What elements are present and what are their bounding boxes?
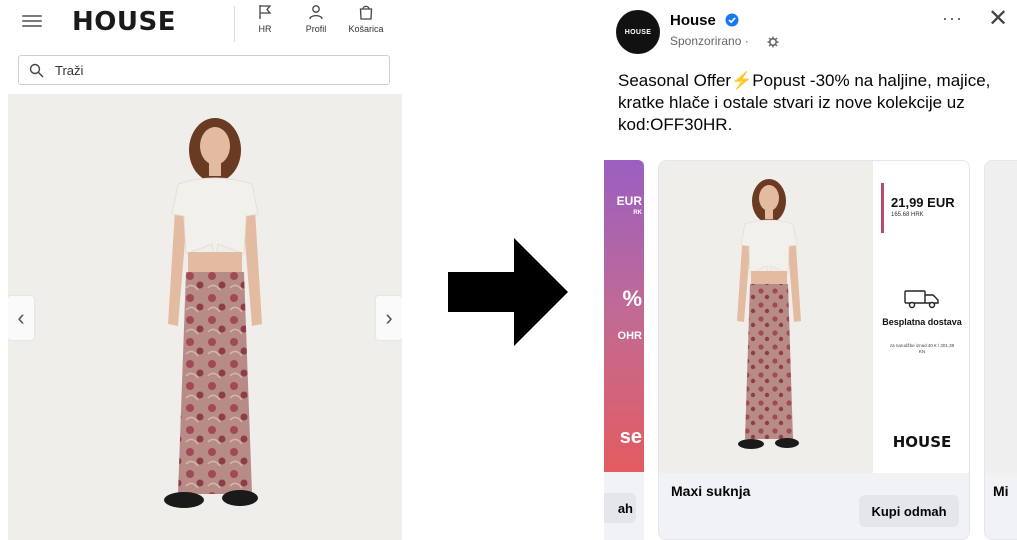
carousel-prev-button[interactable]: ‹ <box>8 296 34 340</box>
shopping-bag-icon <box>359 5 373 20</box>
buy-now-button[interactable]: Kupi odmah <box>859 495 959 527</box>
profile-link[interactable]: Profil <box>298 4 334 34</box>
chevron-right-icon: › <box>385 305 393 330</box>
prev-card-text: EUR <box>616 194 642 208</box>
cart-label: Košarica <box>348 24 384 34</box>
card-model-photo <box>737 179 801 449</box>
facebook-ad: HOUSE House Sponzorirano · ··· ✕ Seasona… <box>604 0 1017 540</box>
product-name: Maxi suknja <box>671 483 751 499</box>
store-logo[interactable]: HOUSE <box>72 7 176 37</box>
flag-icon <box>259 5 272 19</box>
product-image: ‹ › <box>8 94 402 540</box>
carousel-next-button[interactable]: › <box>376 296 402 340</box>
search-input[interactable] <box>55 60 375 81</box>
language-label: HR <box>258 24 272 34</box>
close-button[interactable]: ✕ <box>988 4 1008 33</box>
prev-card-text: se <box>619 426 642 448</box>
search-bar[interactable] <box>18 55 390 85</box>
promo-panel: 21,99 EUR 165.68 HRK Besplatna dostava z… <box>873 161 969 473</box>
ad-carousel: EUR RK % OHR se ah 21,99 EUR 165.68 HRK … <box>604 160 1017 540</box>
cart-link[interactable]: Košarica <box>340 4 392 34</box>
card-footer: Maxi suknja Kupi odmah <box>659 473 969 539</box>
prev-card-text: OHR <box>617 330 642 342</box>
sponsored-label: Sponzorirano · <box>670 34 749 48</box>
previous-card-cta-button[interactable]: ah <box>604 493 636 523</box>
chevron-left-icon: ‹ <box>17 305 25 330</box>
search-icon <box>29 63 44 78</box>
price-accent-bar <box>881 183 884 233</box>
post-text: Seasonal Offer⚡Popust -30% na haljine, m… <box>618 71 991 134</box>
carousel-card-previous[interactable]: EUR RK % OHR se ah <box>604 160 644 540</box>
profile-label: Profil <box>305 24 327 34</box>
carousel-card-next[interactable]: Mi <box>984 160 1017 540</box>
model-photo <box>164 118 262 508</box>
store-website: HOUSE HR Profil Košarica Traži ‹ › <box>8 0 402 540</box>
more-options-button[interactable]: ··· <box>942 8 963 29</box>
carousel-card[interactable]: 21,99 EUR 165.68 HRK Besplatna dostava z… <box>658 160 970 540</box>
delivery-truck-icon <box>904 290 939 309</box>
arrow-right-icon <box>448 238 568 346</box>
verified-badge-icon <box>725 13 739 27</box>
prev-card-text: RK <box>633 210 642 216</box>
menu-icon[interactable] <box>22 12 42 30</box>
store-header: HOUSE HR Profil Košarica <box>8 0 402 50</box>
price-eur: 21,99 EUR <box>891 195 955 210</box>
gear-icon <box>767 36 779 48</box>
header-divider <box>234 6 235 42</box>
language-selector[interactable]: HR <box>254 4 276 34</box>
page-avatar[interactable]: HOUSE <box>616 10 660 54</box>
next-card-product-name: Mi <box>993 483 1009 499</box>
shipping-title: Besplatna dostava <box>882 317 962 327</box>
previous-card-image: EUR RK % OHR se <box>604 160 644 472</box>
next-card-image <box>985 161 1017 473</box>
prev-card-text: % <box>622 286 642 311</box>
page-name[interactable]: House <box>670 12 716 29</box>
shipping-subtitle: za narudžbe iznad 40 € / 301,38 KN <box>889 343 955 354</box>
promo-logo: HOUSE <box>892 433 952 451</box>
user-icon <box>309 5 323 20</box>
price-hrk: 165.68 HRK <box>891 212 924 218</box>
